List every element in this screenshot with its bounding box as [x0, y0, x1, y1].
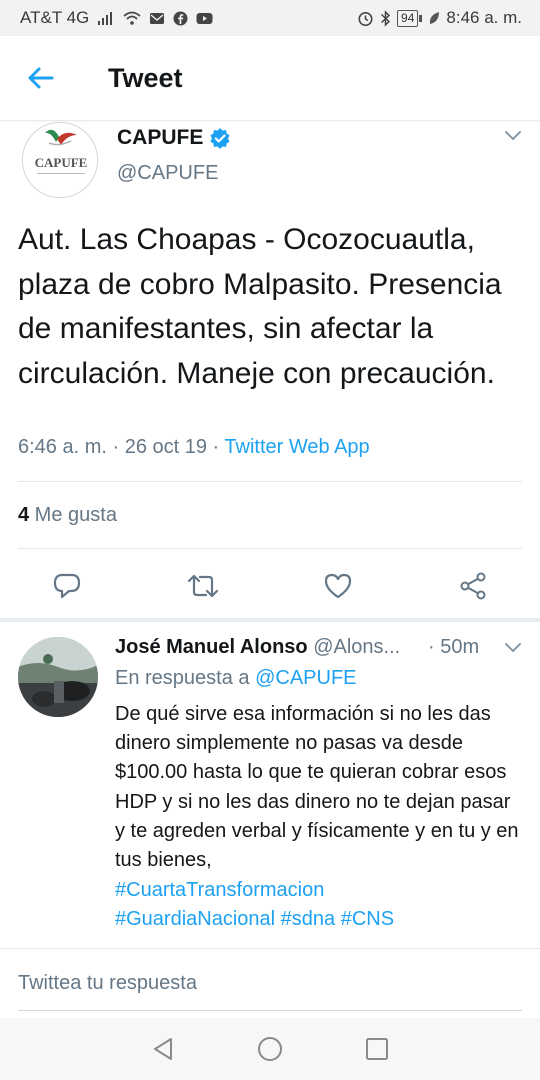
tweet-source-link[interactable]: Twitter Web App: [224, 436, 369, 458]
tweet-timestamp: 6:46 a. m. · 26 oct 19 ·: [18, 436, 225, 458]
reply-button[interactable]: [49, 568, 85, 604]
likes-number: 4: [18, 504, 30, 526]
circle-home-icon: [257, 1037, 282, 1061]
logo-text: CAPUFE: [35, 155, 88, 170]
reply-menu-button[interactable]: [504, 640, 522, 658]
reply-time: · 50m: [428, 636, 480, 658]
chevron-down-icon: [505, 131, 521, 141]
tweet-menu-button[interactable]: [504, 128, 522, 146]
signal-icon: [98, 12, 113, 25]
wifi-icon: [123, 11, 141, 25]
back-button[interactable]: [0, 36, 80, 120]
share-icon: [460, 572, 486, 600]
youtube-icon: [196, 12, 213, 24]
likes-count[interactable]: 4 Me gusta: [18, 504, 117, 527]
reply-author-avatar[interactable]: [18, 637, 98, 717]
replying-to-prefix: En respuesta a: [115, 667, 256, 689]
app-header: Tweet: [0, 36, 540, 120]
page-title: Tweet: [108, 62, 183, 93]
facebook-icon: [173, 11, 188, 25]
square-recents-icon: [365, 1038, 388, 1060]
reply-hashtags: #CuartaTransformacion #GuardiaNacional #…: [115, 876, 525, 934]
alarm-icon: [358, 11, 373, 26]
composer-underline: [18, 1010, 522, 1011]
battery-level: 94: [397, 9, 419, 27]
bluetooth-icon: [381, 9, 391, 27]
tweet-actions: [0, 560, 540, 610]
arrow-left-icon: [28, 67, 54, 89]
reply-author-handle: @Alons...: [307, 636, 401, 658]
chevron-down-icon: [505, 643, 521, 653]
author-name-text: CAPUFE: [117, 126, 204, 149]
section-separator: [0, 618, 540, 622]
nav-home-button[interactable]: [250, 1029, 290, 1069]
battery-indicator: 94: [397, 9, 423, 27]
divider: [0, 948, 540, 949]
replying-to: En respuesta a @CAPUFE: [115, 667, 357, 690]
reply-author[interactable]: José Manuel Alonso @Alons...: [115, 636, 400, 659]
author-handle[interactable]: @CAPUFE: [117, 162, 218, 185]
status-bar: AT&T 4G 94 8:46 a. m.: [0, 0, 540, 36]
leaf-icon: [430, 12, 440, 24]
hashtag-link[interactable]: #GuardiaNacional #sdna #CNS: [115, 905, 525, 934]
verified-badge-icon: [210, 128, 230, 149]
divider: [18, 548, 522, 549]
clock: 8:46 a. m.: [446, 8, 522, 27]
author-avatar[interactable]: CAPUFE: [22, 122, 98, 198]
replying-to-link[interactable]: @CAPUFE: [255, 667, 356, 689]
heart-icon: [324, 573, 352, 599]
comment-icon: [53, 573, 81, 599]
like-button[interactable]: [320, 568, 356, 604]
hashtag-link[interactable]: #CuartaTransformacion: [115, 876, 525, 905]
reply-composer-input[interactable]: Twittea tu respuesta: [18, 972, 197, 995]
carrier-label: AT&T 4G: [20, 8, 90, 27]
reply-text: De qué sirve esa información si no les d…: [115, 703, 519, 872]
tweet-text: Aut. Las Choapas - Ocozocuautla, plaza d…: [18, 223, 502, 390]
capufe-logo-icon: CAPUFE: [23, 123, 97, 197]
reply-author-name: José Manuel Alonso: [115, 636, 308, 658]
retweet-button[interactable]: [185, 568, 221, 604]
author-name[interactable]: CAPUFE: [117, 126, 231, 150]
share-button[interactable]: [455, 568, 491, 604]
retweet-icon: [187, 574, 219, 598]
system-nav-bar: [0, 1018, 540, 1080]
reply-avatar-photo: [18, 637, 98, 717]
mail-icon: [150, 12, 165, 24]
tweet-meta: 6:46 a. m. · 26 oct 19 · Twitter Web App: [18, 436, 370, 459]
nav-recents-button[interactable]: [357, 1029, 397, 1069]
nav-back-button[interactable]: [143, 1029, 183, 1069]
likes-label: Me gusta: [29, 504, 117, 526]
divider: [18, 481, 522, 482]
triangle-back-icon: [154, 1038, 173, 1060]
